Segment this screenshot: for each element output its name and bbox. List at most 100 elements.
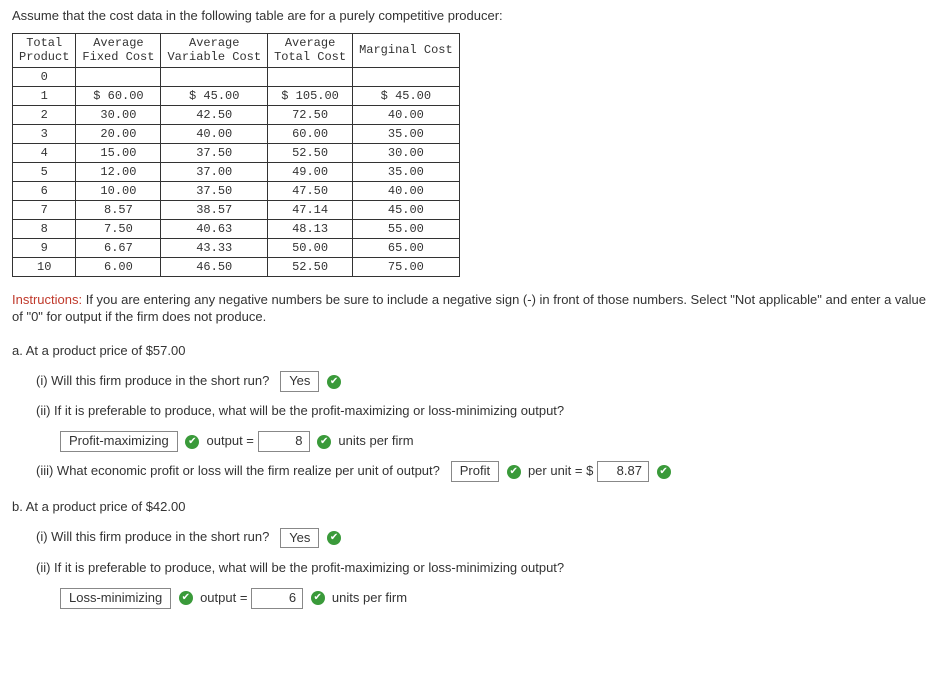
check-icon: ✔ bbox=[327, 375, 341, 389]
table-cell: 40.00 bbox=[161, 124, 268, 143]
b-header: b. At a product price of $42.00 bbox=[12, 496, 929, 518]
table-cell: 37.00 bbox=[161, 162, 268, 181]
table-cell: 7.50 bbox=[76, 219, 161, 238]
intro-text: Assume that the cost data in the followi… bbox=[12, 8, 929, 23]
b-ii-select[interactable]: Loss-minimizing bbox=[60, 588, 171, 609]
b-ii-output-input[interactable]: 6 bbox=[251, 588, 303, 609]
table-row: 106.0046.5052.5075.00 bbox=[13, 257, 460, 276]
b-i: (i) Will this firm produce in the short … bbox=[36, 526, 929, 548]
table-cell: 72.50 bbox=[268, 105, 353, 124]
instructions: Instructions: If you are entering any ne… bbox=[12, 291, 929, 326]
a-i-question: (i) Will this firm produce in the short … bbox=[36, 373, 269, 388]
units-label: units per firm bbox=[338, 433, 413, 448]
table-cell: 15.00 bbox=[76, 143, 161, 162]
b-i-question: (i) Will this firm produce in the short … bbox=[36, 529, 269, 544]
a-iii-value-input[interactable]: 8.87 bbox=[597, 461, 649, 482]
table-cell: 12.00 bbox=[76, 162, 161, 181]
section-b: b. At a product price of $42.00 (i) Will… bbox=[12, 496, 929, 608]
a-i-answer-select[interactable]: Yes bbox=[280, 371, 319, 392]
table-cell: 2 bbox=[13, 105, 76, 124]
table-cell: 49.00 bbox=[268, 162, 353, 181]
table-cell: 20.00 bbox=[76, 124, 161, 143]
th-avc: AverageVariable Cost bbox=[161, 34, 268, 68]
a-header: a. At a product price of $57.00 bbox=[12, 340, 929, 362]
table-cell: 10 bbox=[13, 257, 76, 276]
table-cell: 9 bbox=[13, 238, 76, 257]
a-iii-question: (iii) What economic profit or loss will … bbox=[36, 463, 440, 478]
table-cell: 46.50 bbox=[161, 257, 268, 276]
check-icon: ✔ bbox=[311, 591, 325, 605]
a-iii-select[interactable]: Profit bbox=[451, 461, 499, 482]
output-eq-label: output = bbox=[200, 590, 247, 605]
table-row: 415.0037.5052.5030.00 bbox=[13, 143, 460, 162]
table-cell: $ 45.00 bbox=[161, 86, 268, 105]
b-ii-question: (ii) If it is preferable to produce, wha… bbox=[36, 557, 929, 579]
check-icon: ✔ bbox=[507, 465, 521, 479]
table-cell: 50.00 bbox=[268, 238, 353, 257]
table-cell: 37.50 bbox=[161, 143, 268, 162]
table-cell: 48.13 bbox=[268, 219, 353, 238]
section-a: a. At a product price of $57.00 (i) Will… bbox=[12, 340, 929, 482]
a-iii: (iii) What economic profit or loss will … bbox=[36, 460, 929, 482]
th-total-product: TotalProduct bbox=[13, 34, 76, 68]
table-cell: 5 bbox=[13, 162, 76, 181]
table-row: 230.0042.5072.5040.00 bbox=[13, 105, 460, 124]
table-row: 512.0037.0049.0035.00 bbox=[13, 162, 460, 181]
table-cell: 7 bbox=[13, 200, 76, 219]
table-cell: 40.00 bbox=[353, 105, 460, 124]
table-cell: 6.00 bbox=[76, 257, 161, 276]
table-row: 96.6743.3350.0065.00 bbox=[13, 238, 460, 257]
table-cell bbox=[353, 67, 460, 86]
table-row: 0 bbox=[13, 67, 460, 86]
table-cell: 55.00 bbox=[353, 219, 460, 238]
check-icon: ✔ bbox=[657, 465, 671, 479]
a-ii-output-input[interactable]: 8 bbox=[258, 431, 310, 452]
per-unit-label: per unit = $ bbox=[528, 463, 593, 478]
a-ii-select[interactable]: Profit-maximizing bbox=[60, 431, 178, 452]
table-cell: 6 bbox=[13, 181, 76, 200]
table-cell: 52.50 bbox=[268, 257, 353, 276]
table-row: 610.0037.5047.5040.00 bbox=[13, 181, 460, 200]
table-cell: 8 bbox=[13, 219, 76, 238]
table-cell: 43.33 bbox=[161, 238, 268, 257]
table-cell: 47.14 bbox=[268, 200, 353, 219]
table-cell: 8.57 bbox=[76, 200, 161, 219]
table-cell: 40.63 bbox=[161, 219, 268, 238]
table-cell: 0 bbox=[13, 67, 76, 86]
table-cell: 47.50 bbox=[268, 181, 353, 200]
table-cell: 75.00 bbox=[353, 257, 460, 276]
table-cell: 35.00 bbox=[353, 162, 460, 181]
check-icon: ✔ bbox=[317, 435, 331, 449]
table-cell: 42.50 bbox=[161, 105, 268, 124]
table-cell: 30.00 bbox=[353, 143, 460, 162]
table-cell: 60.00 bbox=[268, 124, 353, 143]
table-row: 1$ 60.00$ 45.00$ 105.00$ 45.00 bbox=[13, 86, 460, 105]
table-cell: 4 bbox=[13, 143, 76, 162]
table-cell: 35.00 bbox=[353, 124, 460, 143]
table-cell: 10.00 bbox=[76, 181, 161, 200]
a-ii-question: (ii) If it is preferable to produce, wha… bbox=[36, 400, 929, 422]
cost-table: TotalProduct AverageFixed Cost AverageVa… bbox=[12, 33, 460, 277]
units-label: units per firm bbox=[332, 590, 407, 605]
check-icon: ✔ bbox=[185, 435, 199, 449]
table-row: 320.0040.0060.0035.00 bbox=[13, 124, 460, 143]
b-ii-answer: Loss-minimizing ✔ output = 6 ✔ units per… bbox=[60, 587, 929, 609]
a-i: (i) Will this firm produce in the short … bbox=[36, 370, 929, 392]
a-ii-answer: Profit-maximizing ✔ output = 8 ✔ units p… bbox=[60, 430, 929, 452]
table-cell: $ 105.00 bbox=[268, 86, 353, 105]
table-row: 87.5040.6348.1355.00 bbox=[13, 219, 460, 238]
output-eq-label: output = bbox=[207, 433, 254, 448]
table-cell: 52.50 bbox=[268, 143, 353, 162]
instructions-label: Instructions: bbox=[12, 292, 82, 307]
table-cell: 1 bbox=[13, 86, 76, 105]
table-cell bbox=[161, 67, 268, 86]
table-cell bbox=[76, 67, 161, 86]
table-cell: 3 bbox=[13, 124, 76, 143]
table-row: 78.5738.5747.1445.00 bbox=[13, 200, 460, 219]
table-cell: 65.00 bbox=[353, 238, 460, 257]
check-icon: ✔ bbox=[179, 591, 193, 605]
table-cell: 6.67 bbox=[76, 238, 161, 257]
table-cell: $ 60.00 bbox=[76, 86, 161, 105]
th-atc: AverageTotal Cost bbox=[268, 34, 353, 68]
b-i-answer-select[interactable]: Yes bbox=[280, 528, 319, 549]
